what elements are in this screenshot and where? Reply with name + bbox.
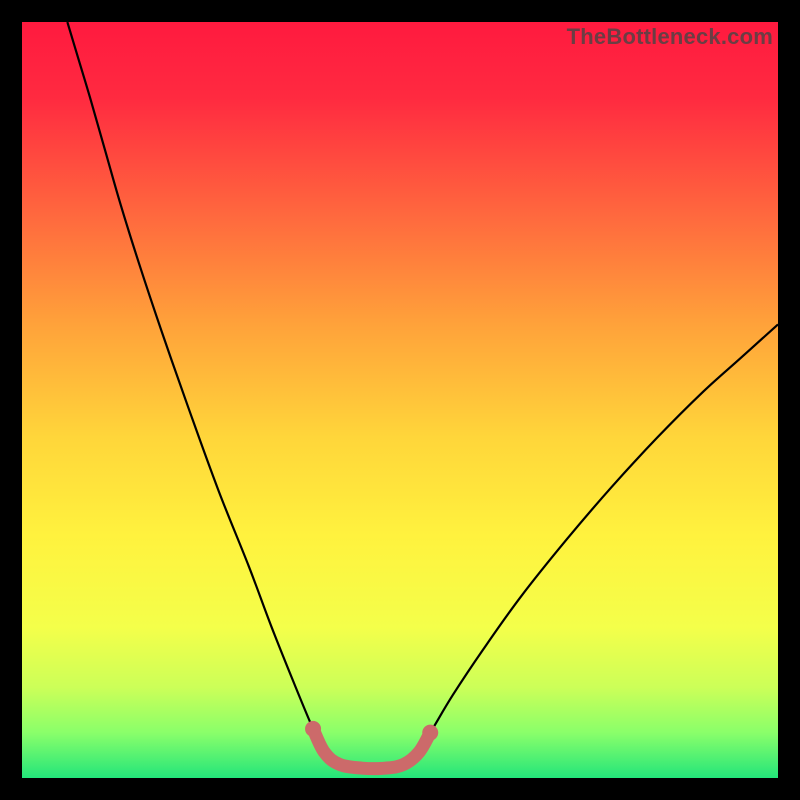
plot-area: TheBottleneck.com	[22, 22, 778, 778]
chart-frame: TheBottleneck.com	[0, 0, 800, 800]
gradient-background	[22, 22, 778, 778]
